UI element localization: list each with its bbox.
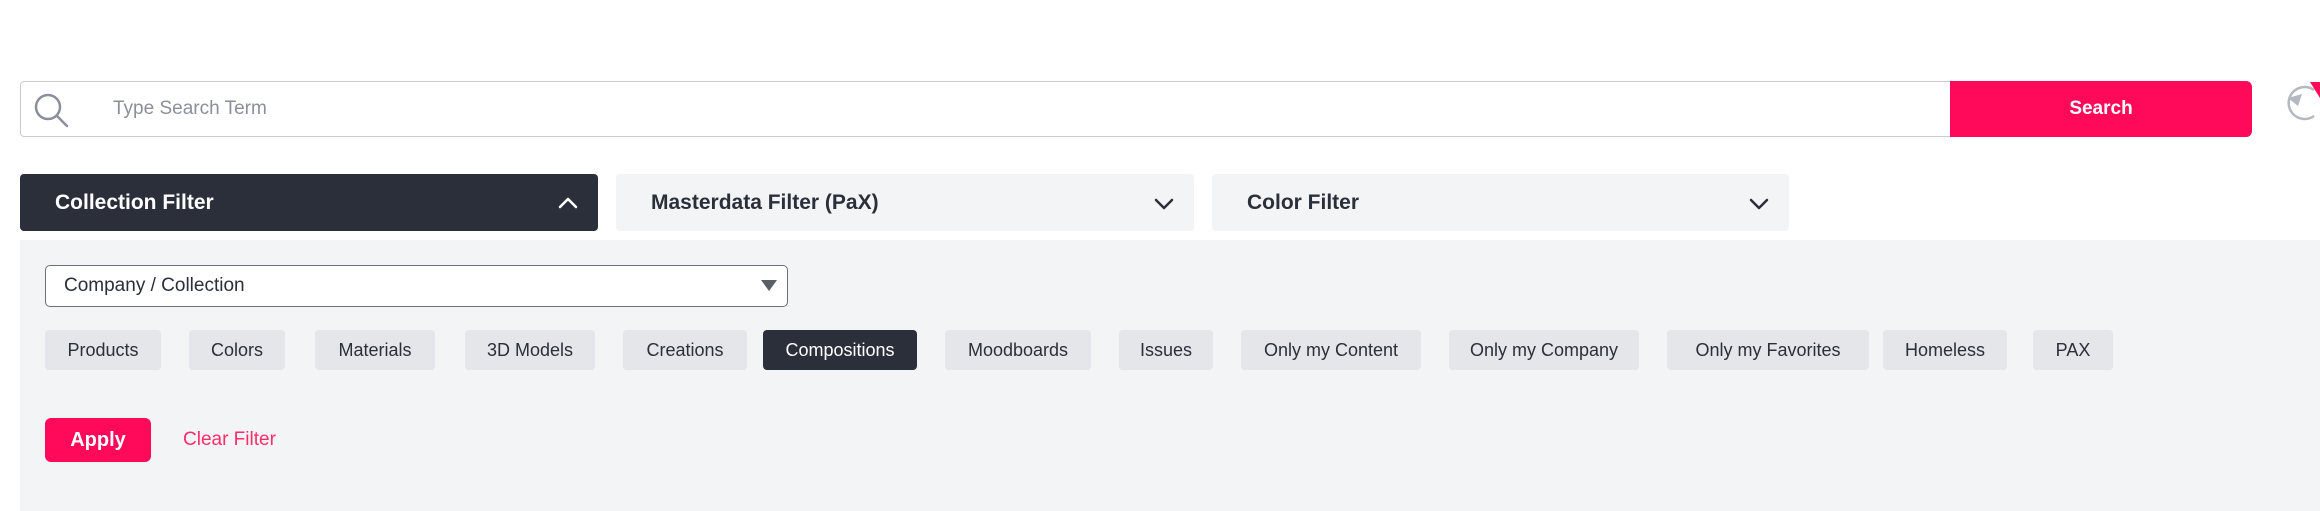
chip-products[interactable]: Products — [45, 330, 161, 370]
chip-materials[interactable]: Materials — [315, 330, 435, 370]
chip-only-my-company[interactable]: Only my Company — [1449, 330, 1639, 370]
chip-colors[interactable]: Colors — [189, 330, 285, 370]
clear-filter-link[interactable]: Clear Filter — [183, 418, 276, 462]
search-button[interactable]: Search — [1950, 81, 2252, 137]
select-value: Company / Collection — [64, 275, 245, 296]
tab-label: Masterdata Filter (PaX) — [651, 190, 879, 214]
chip-creations[interactable]: Creations — [623, 330, 747, 370]
chevron-down-icon — [1747, 191, 1771, 215]
dropdown-arrow-icon — [761, 280, 777, 291]
chip-homeless[interactable]: Homeless — [1883, 330, 2007, 370]
chip-only-my-content[interactable]: Only my Content — [1241, 330, 1421, 370]
apply-button[interactable]: Apply — [45, 418, 151, 462]
chevron-up-icon — [556, 191, 580, 215]
chip-only-my-favorites[interactable]: Only my Favorites — [1667, 330, 1869, 370]
chip-compositions[interactable]: Compositions — [763, 330, 917, 370]
chip-pax[interactable]: PAX — [2033, 330, 2113, 370]
chip-moodboards[interactable]: Moodboards — [945, 330, 1091, 370]
tab-label: Color Filter — [1247, 190, 1360, 214]
tab-label: Collection Filter — [55, 190, 214, 214]
reset-icon[interactable] — [2284, 78, 2320, 126]
chip-3d-models[interactable]: 3D Models — [465, 330, 595, 370]
search-icon — [29, 88, 73, 132]
tab-color-filter[interactable]: Color Filter — [1212, 174, 1789, 231]
page: Search Collection Filter Masterdata Filt… — [0, 0, 2320, 511]
filter-chips: Products Colors Materials 3D Models Crea… — [45, 330, 2320, 370]
chip-issues[interactable]: Issues — [1119, 330, 1213, 370]
company-collection-select[interactable]: Company / Collection — [45, 265, 788, 307]
collection-filter-panel: Company / Collection Products Colors Mat… — [20, 240, 2320, 511]
search-input[interactable] — [93, 82, 1963, 136]
tab-collection-filter[interactable]: Collection Filter — [20, 174, 598, 231]
chevron-down-icon — [1152, 191, 1176, 215]
tab-masterdata-filter[interactable]: Masterdata Filter (PaX) — [616, 174, 1194, 231]
search-bar — [20, 81, 2251, 137]
